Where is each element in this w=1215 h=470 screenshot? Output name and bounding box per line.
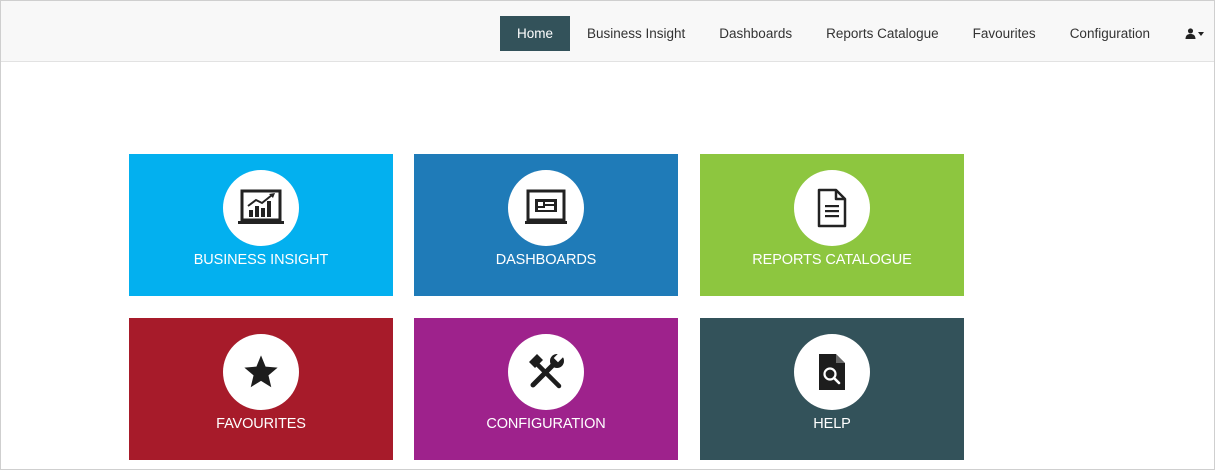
tile-favourites[interactable]: FAVOURITES [129,318,393,460]
tile-label: REPORTS CATALOGUE [752,252,912,268]
chevron-down-icon [1198,31,1204,36]
dashboard-monitor-icon [525,189,567,224]
search-document-icon [819,354,845,390]
tile-icon-circle [223,170,299,246]
tile-configuration[interactable]: CONFIGURATION [414,318,678,460]
nav-item-home[interactable]: Home [499,16,570,51]
tile-icon-circle [508,334,584,410]
tile-reports-catalogue[interactable]: REPORTS CATALOGUE [700,154,964,296]
document-icon [817,188,847,228]
tile-icon-circle [508,170,584,246]
tile-icon-circle [794,170,870,246]
tile-icon-circle [794,334,870,410]
tile-label: HELP [813,416,851,432]
chart-monitor-icon [238,189,284,224]
tile-help[interactable]: HELP [700,318,964,460]
tile-label: BUSINESS INSIGHT [193,252,329,268]
user-icon [1185,28,1196,39]
top-navbar: Home Business Insight Dashboards Reports… [1,1,1214,62]
tools-icon [529,352,565,389]
star-icon [244,355,278,388]
app-window: Home Business Insight Dashboards Reports… [0,0,1215,470]
tile-label: FAVOURITES [216,416,306,432]
user-menu-button[interactable] [1167,16,1208,51]
nav-item-business-insight[interactable]: Business Insight [570,16,702,51]
nav-item-reports-catalogue[interactable]: Reports Catalogue [809,16,956,51]
tile-icon-circle [223,334,299,410]
tile-dashboards[interactable]: DASHBOARDS [414,154,678,296]
tile-label: CONFIGURATION [486,416,606,432]
tile-business-insight[interactable]: BUSINESS INSIGHT [129,154,393,296]
nav-item-dashboards[interactable]: Dashboards [702,16,809,51]
tile-label: DASHBOARDS [495,252,597,268]
nav-item-configuration[interactable]: Configuration [1053,16,1167,51]
nav-item-favourites[interactable]: Favourites [956,16,1053,51]
nav-menu: Home Business Insight Dashboards Reports… [499,16,1208,51]
